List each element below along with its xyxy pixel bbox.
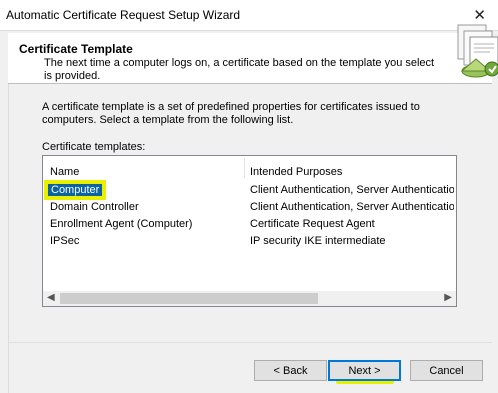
intro-text: A certificate template is a set of prede… bbox=[42, 101, 420, 126]
row-purposes: Client Authentication, Server Authentica… bbox=[250, 201, 454, 213]
column-header-name[interactable]: Name bbox=[50, 166, 79, 178]
templates-label: Certificate templates: bbox=[42, 141, 146, 153]
page-description: The next time a computer logs on, a cert… bbox=[44, 57, 435, 82]
horizontal-scrollbar[interactable]: ◀ ▶ bbox=[43, 291, 456, 306]
row-name: Enrollment Agent (Computer) bbox=[50, 218, 193, 230]
table-row[interactable]: Enrollment Agent (Computer) Certificate … bbox=[43, 217, 456, 233]
row-name: IPSec bbox=[50, 235, 80, 247]
row-purposes: IP security IKE intermediate bbox=[250, 235, 386, 247]
certificate-wizard-icon bbox=[457, 24, 498, 78]
table-row[interactable]: Computer Client Authentication, Server A… bbox=[43, 183, 456, 199]
window-title: Automatic Certificate Request Setup Wiza… bbox=[6, 8, 241, 22]
next-button[interactable]: Next > bbox=[328, 360, 401, 381]
footer-divider bbox=[8, 342, 492, 343]
row-name: Domain Controller bbox=[50, 201, 139, 213]
cancel-button[interactable]: Cancel bbox=[410, 360, 483, 381]
scroll-right-icon[interactable]: ▶ bbox=[444, 292, 452, 303]
back-button[interactable]: < Back bbox=[254, 360, 327, 381]
column-header-purposes[interactable]: Intended Purposes bbox=[250, 166, 342, 178]
templates-list[interactable]: Name Intended Purposes Computer Client A… bbox=[42, 155, 457, 307]
page-title: Certificate Template bbox=[19, 42, 133, 56]
row-name: Computer bbox=[48, 184, 103, 196]
table-row[interactable]: Domain Controller Client Authentication,… bbox=[43, 200, 456, 216]
wizard-header: Certificate Template The next time a com… bbox=[8, 24, 498, 84]
title-bar: Automatic Certificate Request Setup Wiza… bbox=[0, 0, 498, 31]
column-divider[interactable] bbox=[244, 158, 245, 178]
scrollbar-thumb[interactable] bbox=[60, 293, 318, 304]
row-purposes: Client Authentication, Server Authentica… bbox=[250, 184, 454, 196]
table-row[interactable]: IPSec IP security IKE intermediate bbox=[43, 234, 456, 250]
divider bbox=[8, 84, 9, 393]
row-purposes: Certificate Request Agent bbox=[250, 218, 375, 230]
scroll-left-icon[interactable]: ◀ bbox=[47, 292, 55, 303]
